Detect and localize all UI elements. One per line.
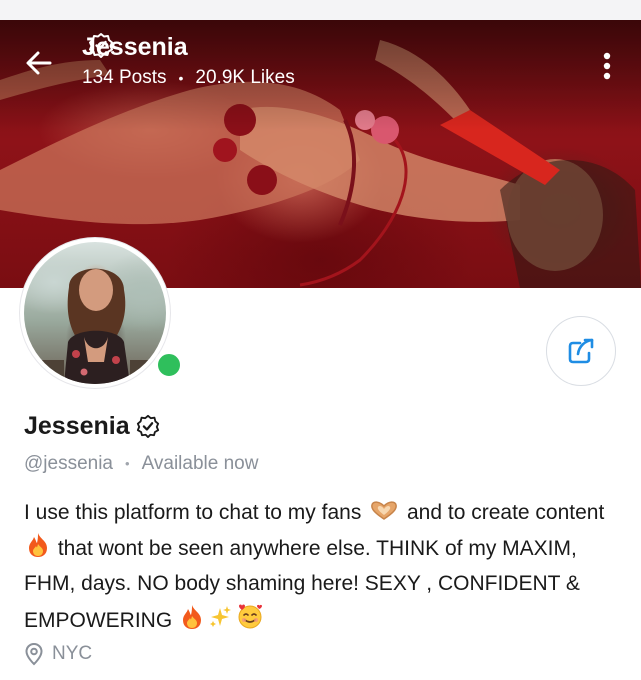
location-text: NYC	[52, 643, 93, 664]
verified-badge-icon	[89, 33, 113, 58]
handle-separator: •	[125, 456, 130, 471]
stats-separator: •	[178, 70, 184, 86]
more-vertical-icon	[603, 52, 611, 80]
bio-text-part2: and to create content	[407, 501, 605, 524]
sparkles-emoji	[210, 605, 232, 627]
likes-count: 20.9K Likes	[195, 67, 295, 88]
posts-count: 134 Posts	[82, 67, 167, 88]
more-options-button[interactable]	[594, 48, 620, 84]
verified-badge-icon	[136, 414, 159, 438]
cover-header: Jessenia 134 Posts • 20.9K Likes	[82, 32, 295, 89]
heart-hands-emoji	[371, 501, 398, 520]
cover-stats: 134 Posts • 20.9K Likes	[82, 67, 295, 89]
avatar-photo-shapes	[24, 268, 166, 384]
bio-text-part1: I use this platform to chat to my fans	[24, 501, 362, 524]
back-button[interactable]	[22, 46, 56, 80]
fire-emoji	[183, 604, 202, 629]
share-icon	[568, 338, 594, 364]
smiling-face-with-hearts-emoji	[238, 604, 263, 628]
top-strip	[0, 0, 641, 21]
profile-bio: I use this platform to chat to my fans a…	[24, 495, 624, 638]
avatar-container[interactable]	[20, 238, 184, 388]
cover-name: Jessenia	[82, 32, 295, 62]
profile-name: Jessenia	[24, 410, 160, 442]
arrow-left-icon	[26, 51, 52, 75]
avatar	[24, 242, 166, 384]
profile-handle: @jessenia	[24, 453, 113, 474]
fire-emoji	[29, 532, 47, 557]
profile-location: NYC	[24, 642, 92, 666]
share-button[interactable]	[546, 316, 616, 386]
location-pin-icon	[25, 642, 43, 666]
bio-text-part3: that wont be seen anywhere else. THINK o…	[24, 536, 580, 632]
handle-row: @jessenia • Available now	[24, 452, 258, 476]
availability-status: Available now	[141, 453, 259, 474]
online-status-dot	[154, 350, 184, 380]
profile-name-text: Jessenia	[24, 412, 130, 440]
